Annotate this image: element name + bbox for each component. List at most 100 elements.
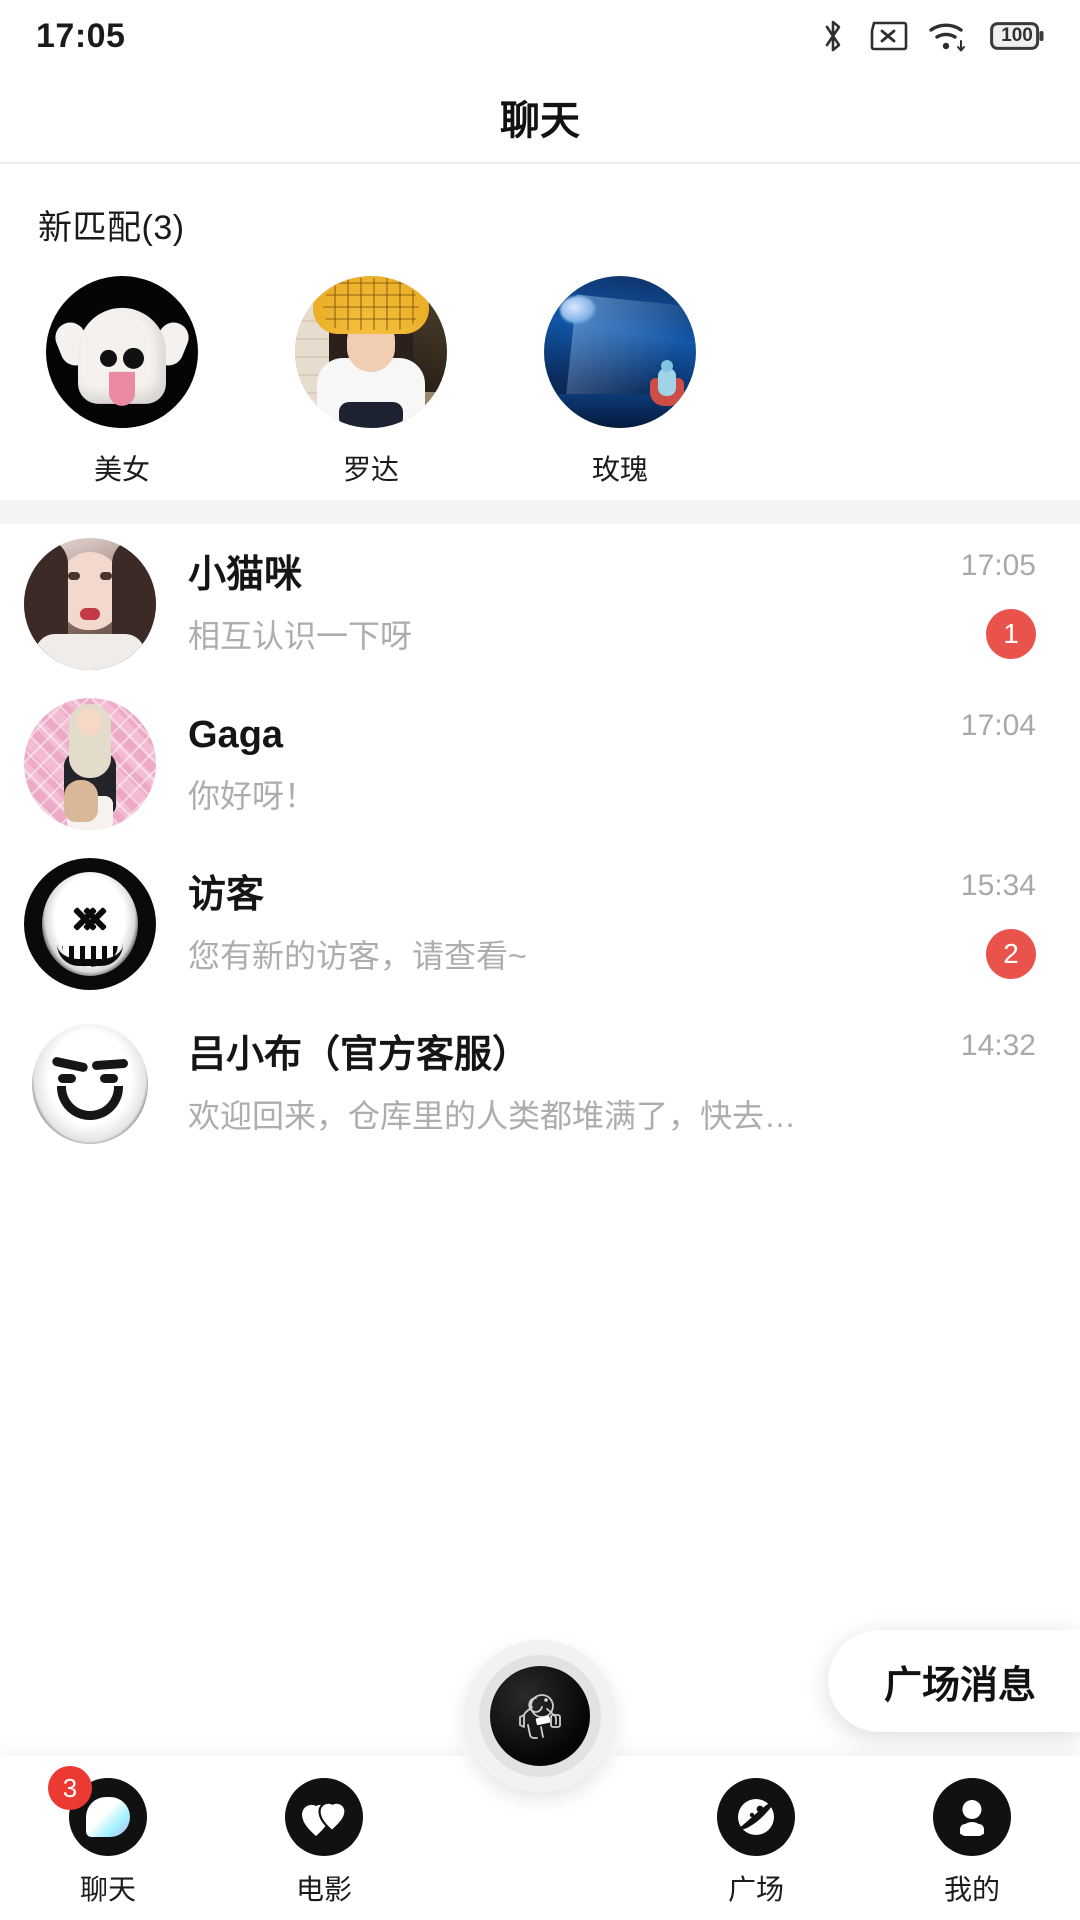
chat-text-block: 小猫咪 相互认识一下呀 (156, 553, 916, 655)
night-figure-head (661, 360, 673, 372)
avatar-mask-face (42, 872, 138, 976)
tab-chat-badge: 3 (48, 1766, 92, 1810)
tab-profile[interactable]: 我的 (864, 1778, 1080, 1908)
tab-movie-label: 电影 (295, 1874, 352, 1905)
astronaut-fab-button[interactable] (464, 1640, 616, 1792)
chat-meta: 17:05 1 (916, 524, 1036, 684)
match-name-0: 美女 (93, 454, 150, 485)
ghost-shadow (74, 408, 170, 428)
avatar-eye-x-right (82, 906, 108, 932)
match-item-0[interactable]: 美女 (38, 276, 206, 488)
girl-shorts (339, 402, 403, 428)
chat-name: 访客 (188, 874, 265, 916)
woman-portrait-avatar[interactable] (24, 538, 156, 670)
chat-meta: 14:32 (916, 1004, 1036, 1164)
battery-icon: 100 (990, 22, 1044, 50)
ghost-tongue (109, 371, 135, 406)
sim-card-off-icon (866, 21, 908, 51)
chat-time: 15:34 (960, 869, 1036, 902)
night-scene-avatar[interactable] (544, 276, 696, 428)
chat-text-block: Gaga 你好呀！ (156, 713, 916, 815)
chat-row[interactable]: 吕小布（官方客服） 欢迎回来，仓库里的人类都堆满了，快去… 14:32 (0, 1004, 1080, 1164)
page-header: 聊天 (0, 72, 1080, 162)
status-bar: 17:05 100 (0, 0, 1080, 72)
battery-level: 100 (1001, 25, 1033, 46)
night-figure-body (658, 368, 676, 396)
chat-row[interactable]: 小猫咪 相互认识一下呀 17:05 1 (0, 524, 1080, 684)
avatar-eye-left (68, 572, 80, 580)
section-separator (0, 500, 1080, 524)
night-figure (650, 360, 684, 406)
night-moon (560, 296, 596, 324)
chat-name: Gaga (188, 714, 284, 756)
page-title: 聊天 (500, 99, 580, 143)
chat-preview: 你好呀！ (188, 777, 317, 814)
tab-plaza-label: 广场 (727, 1874, 784, 1905)
fab-inner-ring (479, 1655, 601, 1777)
plaza-message-button[interactable]: 广场消息 (827, 1630, 1080, 1732)
chat-name: 吕小布（官方客服） (188, 1034, 531, 1076)
tab-chat-label: 聊天 (79, 1874, 136, 1905)
tab-plaza[interactable]: 广场 (648, 1778, 864, 1908)
match-name-2: 玫瑰 (591, 454, 648, 485)
ghost-eye-right (123, 347, 144, 369)
match-item-2[interactable]: 玫瑰 (536, 276, 704, 488)
pink-fence-portrait-avatar[interactable] (24, 698, 156, 830)
planet-icon[interactable] (717, 1778, 795, 1856)
avatar-bear-bag (64, 780, 98, 822)
chat-row[interactable]: 访客 您有新的访客，请查看~ 15:34 2 (0, 844, 1080, 1004)
avatar-brow-right (91, 1058, 129, 1071)
match-item-1[interactable]: 罗达 (287, 276, 455, 488)
avatar-shirt (35, 634, 145, 670)
unread-badge: 2 (986, 929, 1036, 979)
chat-time: 17:04 (960, 709, 1036, 742)
avatar-brow-left (51, 1056, 89, 1073)
astronaut-icon (519, 1694, 561, 1739)
avatar-eye-left (58, 1074, 76, 1083)
chat-text-block: 吕小布（官方客服） 欢迎回来，仓库里的人类都堆满了，快去… (156, 1033, 916, 1135)
wifi-icon (928, 19, 970, 53)
avatar-eye-right (100, 572, 112, 580)
girl-photo-avatar[interactable] (295, 276, 447, 428)
chat-preview: 欢迎回来，仓库里的人类都堆满了，快去… (188, 1097, 797, 1134)
avatar-mouth-stitches (58, 946, 122, 970)
new-matches-section: 新匹配(3) 美女 罗达 玫瑰 (0, 164, 1080, 500)
double-heart-icon[interactable] (285, 1778, 363, 1856)
avatar-smiley-face (32, 1024, 148, 1144)
new-matches-title: 新匹配(3) (38, 209, 185, 247)
plaza-message-label: 广场消息 (883, 1664, 1036, 1707)
status-icons: 100 (820, 19, 1044, 53)
ghost-eye-left (100, 349, 117, 367)
bluetooth-icon (820, 19, 846, 53)
avatar-face (77, 708, 103, 736)
avatar-smile (57, 1086, 123, 1120)
fab-core (490, 1666, 590, 1766)
tab-chat[interactable]: 3 聊天 (0, 1766, 216, 1908)
avatar-eye-right (100, 1074, 118, 1083)
person-icon[interactable] (933, 1778, 1011, 1856)
chat-time: 17:05 (960, 549, 1036, 582)
chat-text-block: 访客 您有新的访客，请查看~ (156, 873, 916, 975)
girl-straw-hat (313, 276, 429, 334)
avatar-lips (80, 608, 100, 620)
ghost-body (78, 307, 166, 406)
bubble-shape (86, 1797, 130, 1837)
status-time: 17:05 (36, 16, 126, 55)
chat-meta: 17:04 (916, 684, 1036, 844)
chat-screen: 17:05 100 聊天 新匹配(3) 美女 罗达 玫瑰 小猫咪 相互认识一下呀… (0, 0, 1080, 1920)
new-matches-list: 美女 罗达 玫瑰 (38, 276, 704, 488)
chat-preview: 您有新的访客，请查看~ (188, 937, 527, 974)
chat-row[interactable]: Gaga 你好呀！ 17:04 (0, 684, 1080, 844)
chat-meta: 15:34 2 (916, 844, 1036, 1004)
x-eyes-mask-avatar[interactable] (24, 858, 156, 990)
tab-movie[interactable]: 电影 (216, 1778, 432, 1908)
chat-time: 14:32 (960, 1029, 1036, 1062)
smiley-face-avatar[interactable] (24, 1018, 156, 1150)
ghost-avatar[interactable] (46, 276, 198, 428)
tab-profile-label: 我的 (943, 1874, 1000, 1905)
chat-preview: 相互认识一下呀 (188, 617, 413, 654)
match-name-1: 罗达 (342, 454, 399, 485)
chat-name: 小猫咪 (188, 554, 303, 596)
chat-list: 小猫咪 相互认识一下呀 17:05 1 Gaga 你好呀！ 17:04 访客 您… (0, 524, 1080, 1164)
unread-badge: 1 (986, 609, 1036, 659)
